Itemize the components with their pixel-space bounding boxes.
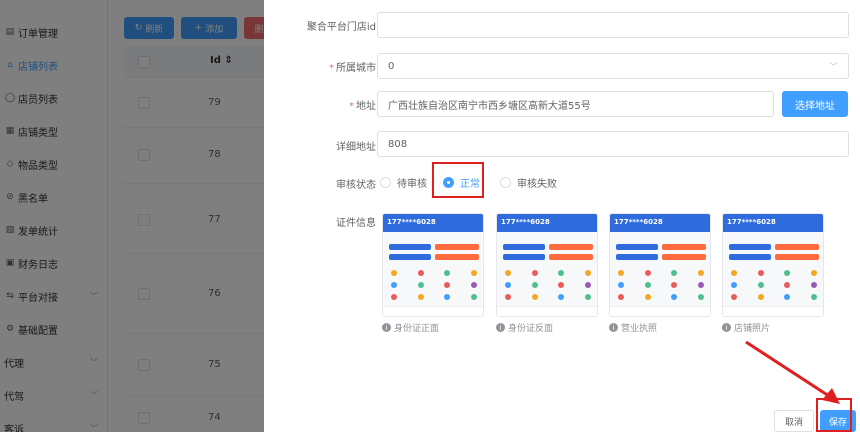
- radio-circle-icon: [500, 177, 511, 188]
- feature-icons: [618, 282, 704, 288]
- phone-number: 177****6028: [614, 218, 663, 226]
- info-icon: i: [496, 323, 505, 332]
- city-select[interactable]: 0 ﹀: [377, 53, 849, 79]
- certificate-image[interactable]: 177****6028: [722, 213, 824, 317]
- audit-status-radio[interactable]: 待审核: [380, 175, 427, 190]
- feature-icons: [391, 282, 477, 288]
- detail-address-label: 详细地址: [336, 142, 376, 153]
- certificate-caption: i 身份证反面: [496, 321, 553, 334]
- balance-card: [616, 244, 658, 250]
- city-label: * 所属城市: [329, 63, 376, 74]
- phone-screenshot-header: 177****6028: [497, 214, 597, 232]
- balance-card: [389, 244, 431, 250]
- phone-screenshot-header: 177****6028: [610, 214, 710, 232]
- balance-card: [775, 254, 819, 260]
- balance-card: [389, 254, 431, 260]
- radio-label: 待审核: [397, 179, 427, 190]
- balance-card: [503, 244, 545, 250]
- highlight-box-status: [432, 162, 484, 198]
- balance-card: [616, 254, 658, 260]
- balance-card: [435, 254, 479, 260]
- feature-icons: [618, 294, 704, 300]
- detail-address-input[interactable]: 808: [377, 131, 849, 157]
- feature-icons: [731, 270, 817, 276]
- feature-icons: [505, 294, 591, 300]
- chevron-down-icon: ﹀: [828, 62, 838, 73]
- phone-screenshot-header: 177****6028: [383, 214, 483, 232]
- certificate-caption: i 身份证正面: [382, 321, 439, 334]
- certificate-image[interactable]: 177****6028: [382, 213, 484, 317]
- feature-icons: [391, 294, 477, 300]
- certificate-image[interactable]: 177****6028: [496, 213, 598, 317]
- feature-icons: [731, 282, 817, 288]
- edit-store-drawer: 聚合平台门店id * 所属城市 0 ﹀ * 地址 广西壮族自治区南宁市西乡塘区高新大…: [264, 0, 860, 432]
- certificate-image[interactable]: 177****6028: [609, 213, 711, 317]
- balance-card: [775, 244, 819, 250]
- audit-status-radio[interactable]: 审核失败: [500, 175, 557, 190]
- balance-card: [729, 254, 771, 260]
- phone-screenshot-header: 177****6028: [723, 214, 823, 232]
- platform-store-id-label: 聚合平台门店id: [306, 22, 376, 33]
- select-address-button[interactable]: 选择地址: [782, 91, 848, 117]
- info-icon: i: [722, 323, 731, 332]
- phone-number: 177****6028: [727, 218, 776, 226]
- certificate-caption: i 店铺照片: [722, 321, 770, 334]
- info-icon: i: [382, 323, 391, 332]
- cancel-button[interactable]: 取消: [774, 410, 814, 432]
- address-label: * 地址: [349, 101, 376, 112]
- feature-icons: [505, 270, 591, 276]
- feature-icons: [505, 282, 591, 288]
- audit-status-label: 审核状态: [336, 180, 376, 191]
- balance-card: [549, 244, 593, 250]
- phone-nav-bar: [383, 306, 483, 316]
- platform-store-id-input[interactable]: [377, 12, 849, 38]
- phone-nav-bar: [497, 306, 597, 316]
- address-input[interactable]: 广西壮族自治区南宁市西乡塘区高新大道55号: [377, 91, 774, 117]
- balance-card: [662, 254, 706, 260]
- feature-icons: [618, 270, 704, 276]
- balance-card: [435, 244, 479, 250]
- feature-icons: [391, 270, 477, 276]
- balance-card: [662, 244, 706, 250]
- certificate-caption: i 营业执照: [609, 321, 657, 334]
- certificates-label: 证件信息: [336, 218, 376, 229]
- info-icon: i: [609, 323, 618, 332]
- highlight-box-save: [816, 398, 852, 432]
- phone-nav-bar: [610, 306, 710, 316]
- feature-icons: [731, 294, 817, 300]
- balance-card: [549, 254, 593, 260]
- balance-card: [503, 254, 545, 260]
- phone-number: 177****6028: [387, 218, 436, 226]
- balance-card: [729, 244, 771, 250]
- radio-circle-icon: [380, 177, 391, 188]
- radio-label: 审核失败: [517, 179, 557, 190]
- phone-number: 177****6028: [501, 218, 550, 226]
- phone-nav-bar: [723, 306, 823, 316]
